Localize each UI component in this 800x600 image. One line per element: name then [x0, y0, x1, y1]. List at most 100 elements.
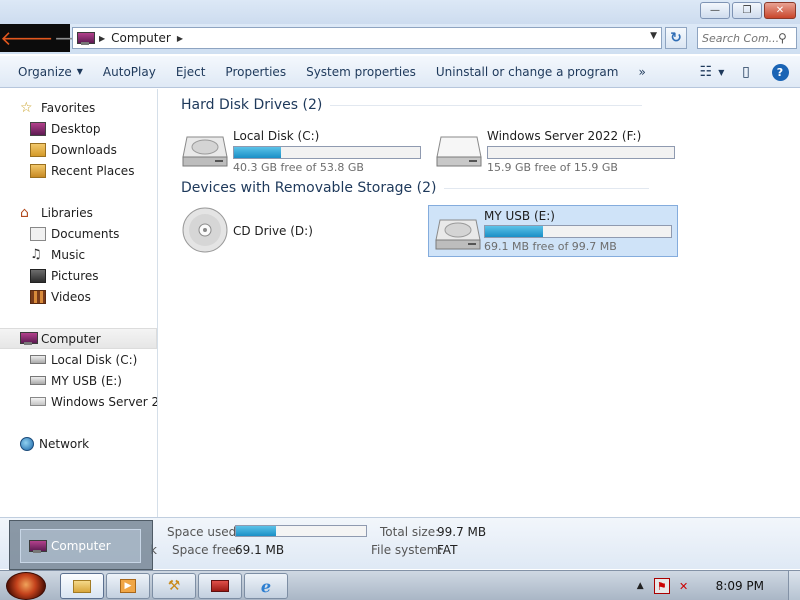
action-center-icon[interactable]: ⚑ [653, 578, 670, 594]
chevron-down-icon: ▼ [76, 67, 83, 76]
downloads-folder-icon [30, 142, 46, 157]
recent-places-icon [30, 163, 46, 178]
breadcrumb-arrow-icon[interactable]: ▶ [177, 34, 183, 43]
taskbar-toolbox-button[interactable] [198, 573, 242, 599]
change-view-icon[interactable]: ☷ ▼ [700, 60, 725, 84]
sidebar-item-desktop[interactable]: Desktop [30, 118, 157, 139]
minimize-button[interactable]: — [700, 2, 730, 19]
documents-icon [30, 226, 46, 241]
content-pane: Hard Disk Drives (2) Local Disk (C:) 40.… [160, 89, 800, 517]
drive-tile-windows-server-f[interactable]: Windows Server 2022 (F:) 15.9 GB free of… [430, 123, 680, 175]
drive-tile-local-disk-c[interactable]: Local Disk (C:) 40.3 GB free of 53.8 GB [176, 123, 426, 175]
libraries-icon: ⌂ [20, 204, 29, 221]
drive-tile-cd-drive-d[interactable]: CD Drive (D:) [176, 205, 426, 257]
taskbar-media-player-button[interactable]: ▶ [106, 573, 150, 599]
computer-icon [77, 31, 95, 45]
autoplay-button[interactable]: AutoPlay [93, 56, 166, 88]
taskbar-browser-button[interactable]: ℯ [244, 573, 288, 599]
show-hidden-icons-icon[interactable]: ▲ [637, 581, 644, 591]
view-controls: ☷ ▼ ▯ ? [700, 60, 792, 84]
more-commands-button[interactable]: » [628, 56, 655, 88]
hard-drive-icon [30, 397, 46, 406]
chevron-down-icon[interactable]: ▼ [718, 68, 724, 77]
sidebar-item-favorites[interactable]: ☆ Favorites [20, 97, 157, 118]
maximize-button[interactable]: ❐ [732, 2, 762, 19]
address-dropdown-icon[interactable]: ▼ [650, 31, 657, 41]
start-button[interactable] [6, 572, 46, 600]
toolbox-icon [211, 580, 229, 592]
search-icon[interactable]: ⚲ [778, 31, 787, 45]
tools-icon: ⚒ [167, 578, 181, 594]
sidebar-item-downloads[interactable]: Downloads [30, 139, 157, 160]
sidebar-item-label: Music [51, 247, 86, 262]
sidebar-item-music[interactable]: ♫ Music [30, 244, 157, 265]
drive-usage-bar [233, 146, 421, 159]
total-size-value: 99.7 MB [437, 525, 487, 539]
help-icon: ? [771, 63, 789, 81]
sidebar-item-label: Downloads [51, 142, 117, 157]
computer-icon [20, 332, 38, 345]
drive-tile-my-usb-e[interactable]: MY USB (E:) 69.1 MB free of 99.7 MB [428, 205, 678, 257]
sidebar-item-label: Recent Places [51, 163, 135, 178]
sidebar-item-label: Videos [51, 289, 91, 304]
window-controls: — ❐ ✕ [700, 2, 796, 19]
music-icon: ♫ [30, 246, 42, 262]
show-desktop-button[interactable] [788, 571, 800, 600]
volume-muted-icon[interactable]: ✕ [676, 578, 692, 594]
drive-free-space: 69.1 MB free of 99.7 MB [484, 240, 617, 253]
preview-pane-icon[interactable]: ▯ [734, 60, 758, 84]
breadcrumb-computer[interactable]: Computer [111, 31, 171, 45]
sidebar-item-windows-server[interactable]: Windows Server 2022 (F:) [30, 391, 157, 412]
total-size-label: Total size: [380, 525, 440, 539]
address-row: 🡐 🡒 ▶ Computer ▶ ▼ ↻ ⚲ [0, 24, 800, 54]
organize-button[interactable]: Organize ▼ [0, 56, 93, 88]
taskbar-tool-button[interactable]: ⚒ [152, 573, 196, 599]
group-header-hard-disk-drives[interactable]: Hard Disk Drives (2) [181, 97, 643, 113]
space-free-label: Space free: [172, 543, 241, 557]
eject-button[interactable]: Eject [166, 56, 216, 88]
star-icon: ☆ [20, 99, 33, 116]
refresh-button[interactable]: ↻ [665, 27, 687, 49]
drive-free-space: 15.9 GB free of 15.9 GB [487, 161, 618, 174]
sidebar-item-pictures[interactable]: Pictures [30, 265, 157, 286]
address-bar[interactable]: ▶ Computer ▶ ▼ [72, 27, 662, 49]
network-globe-icon [20, 436, 34, 451]
sidebar-item-label: MY USB (E:) [51, 373, 122, 388]
taskbar-thumbnail-popup[interactable]: Computer [9, 520, 153, 570]
back-arrow-icon[interactable]: 🡐 [0, 28, 54, 48]
sidebar-item-documents[interactable]: Documents [30, 223, 157, 244]
properties-button[interactable]: Properties [215, 56, 296, 88]
uninstall-program-button[interactable]: Uninstall or change a program [426, 56, 629, 88]
sidebar-item-network[interactable]: Network [20, 433, 157, 454]
drive-name: MY USB (E:) [484, 209, 555, 223]
search-input[interactable] [698, 31, 778, 45]
drive-name: CD Drive (D:) [233, 224, 313, 238]
title-bar: — ❐ ✕ [0, 0, 800, 24]
sidebar-item-local-disk[interactable]: Local Disk (C:) [30, 349, 157, 370]
drive-usage-fill [485, 226, 543, 237]
thumbnail-item-computer[interactable]: Computer [20, 529, 141, 563]
search-box[interactable]: ⚲ [697, 27, 797, 49]
sidebar-item-recent-places[interactable]: Recent Places [30, 160, 157, 181]
sidebar-item-label: Pictures [51, 268, 99, 283]
sidebar-item-libraries[interactable]: ⌂ Libraries [20, 202, 157, 223]
close-button[interactable]: ✕ [764, 2, 796, 19]
folder-icon [73, 579, 91, 593]
thumbnail-label: Computer [51, 539, 111, 553]
help-button[interactable]: ? [768, 60, 792, 84]
sidebar-item-label: Favorites [41, 100, 96, 115]
taskbar-explorer-button[interactable] [60, 573, 104, 599]
sidebar-item-videos[interactable]: Videos [30, 286, 157, 307]
sidebar-item-my-usb[interactable]: MY USB (E:) [30, 370, 157, 391]
sidebar-item-label: Documents [51, 226, 120, 241]
space-used-label: Space used: [167, 525, 241, 539]
sidebar-item-computer[interactable]: Computer [0, 328, 157, 349]
group-divider [444, 187, 650, 189]
breadcrumb-arrow-icon[interactable]: ▶ [99, 34, 105, 43]
clock[interactable]: 8:09 PM [716, 579, 764, 593]
computer-icon [29, 539, 47, 553]
group-header-removable-storage[interactable]: Devices with Removable Storage (2) [181, 180, 650, 196]
internet-explorer-icon: ℯ [260, 576, 272, 596]
system-properties-button[interactable]: System properties [296, 56, 426, 88]
videos-icon [30, 289, 46, 304]
